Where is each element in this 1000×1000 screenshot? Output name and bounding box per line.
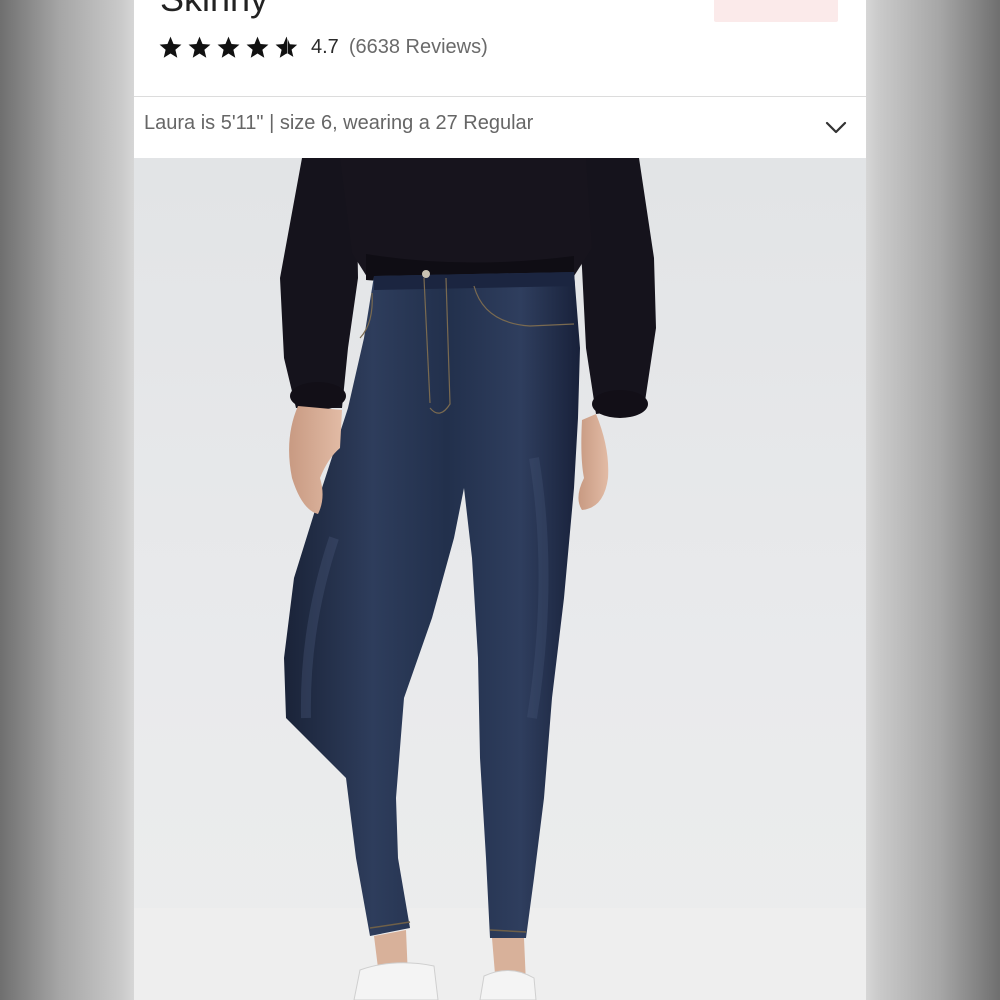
star-icon [188, 36, 211, 58]
review-count-link[interactable]: (6638 Reviews) [349, 36, 488, 59]
chevron-down-icon[interactable] [824, 115, 848, 139]
star-rating [158, 35, 299, 60]
product-page: Skinny 4.7 (6638 Reviews) Laura is 5'11"… [134, 0, 866, 1000]
product-header: Skinny 4.7 (6638 Reviews) [134, 0, 866, 96]
model-fit-accordion[interactable]: Laura is 5'11" | size 6, wearing a 27 Re… [134, 96, 866, 158]
model-photo-illustration [134, 158, 866, 1000]
rating-row: 4.7 (6638 Reviews) [158, 32, 488, 62]
model-fit-text: Laura is 5'11" | size 6, wearing a 27 Re… [144, 112, 534, 134]
product-image[interactable] [134, 158, 866, 1000]
star-icon [246, 36, 269, 58]
partial-action-button[interactable] [714, 0, 838, 22]
star-icon [159, 36, 182, 58]
product-title: Skinny [160, 0, 268, 20]
star-icon [217, 36, 240, 58]
rating-value: 4.7 [311, 35, 339, 58]
star-half-icon [275, 36, 298, 58]
